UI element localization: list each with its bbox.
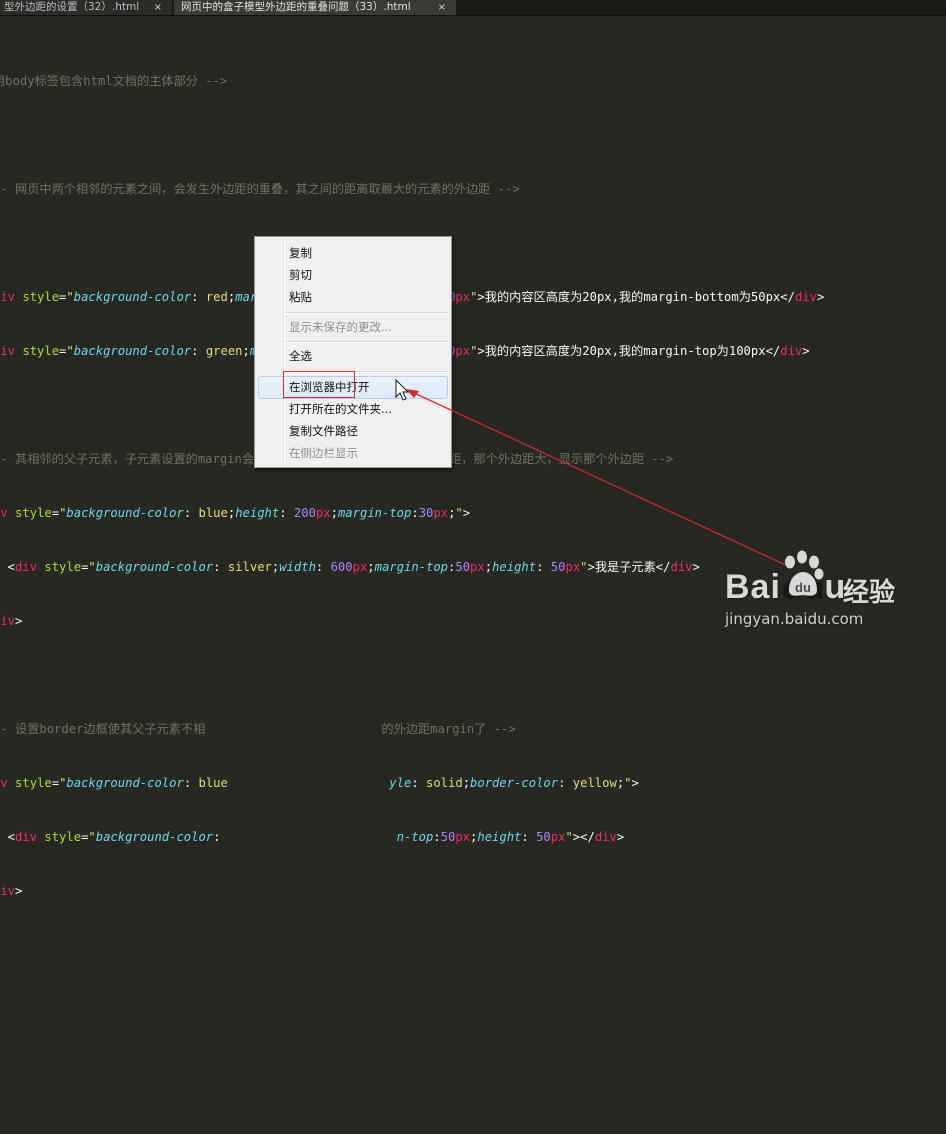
svg-text:du: du — [795, 580, 811, 595]
annotation-arrow-line — [411, 391, 791, 568]
annotation-arrowhead — [406, 389, 419, 398]
mouse-cursor-icon — [395, 378, 410, 401]
code-line-16: div> — [0, 884, 23, 898]
code-line-14: iv style="background-color: blue yle: so… — [0, 776, 639, 790]
code-line-13: -- 设置border边框使其父子元素不相 的外边距margin了 --> — [0, 722, 516, 736]
paw-icon: du — [785, 550, 824, 596]
code-line-15: <div style="background-color: n-top:50px… — [7, 830, 625, 844]
baidu-jingyan-watermark: Baiduu du 经验 jingyan.baidu.com — [725, 550, 925, 640]
code-line-20: > — [0, 1098, 824, 1116]
watermark-url: jingyan.baidu.com — [725, 610, 864, 628]
watermark-jingyan: 经验 — [843, 578, 896, 608]
